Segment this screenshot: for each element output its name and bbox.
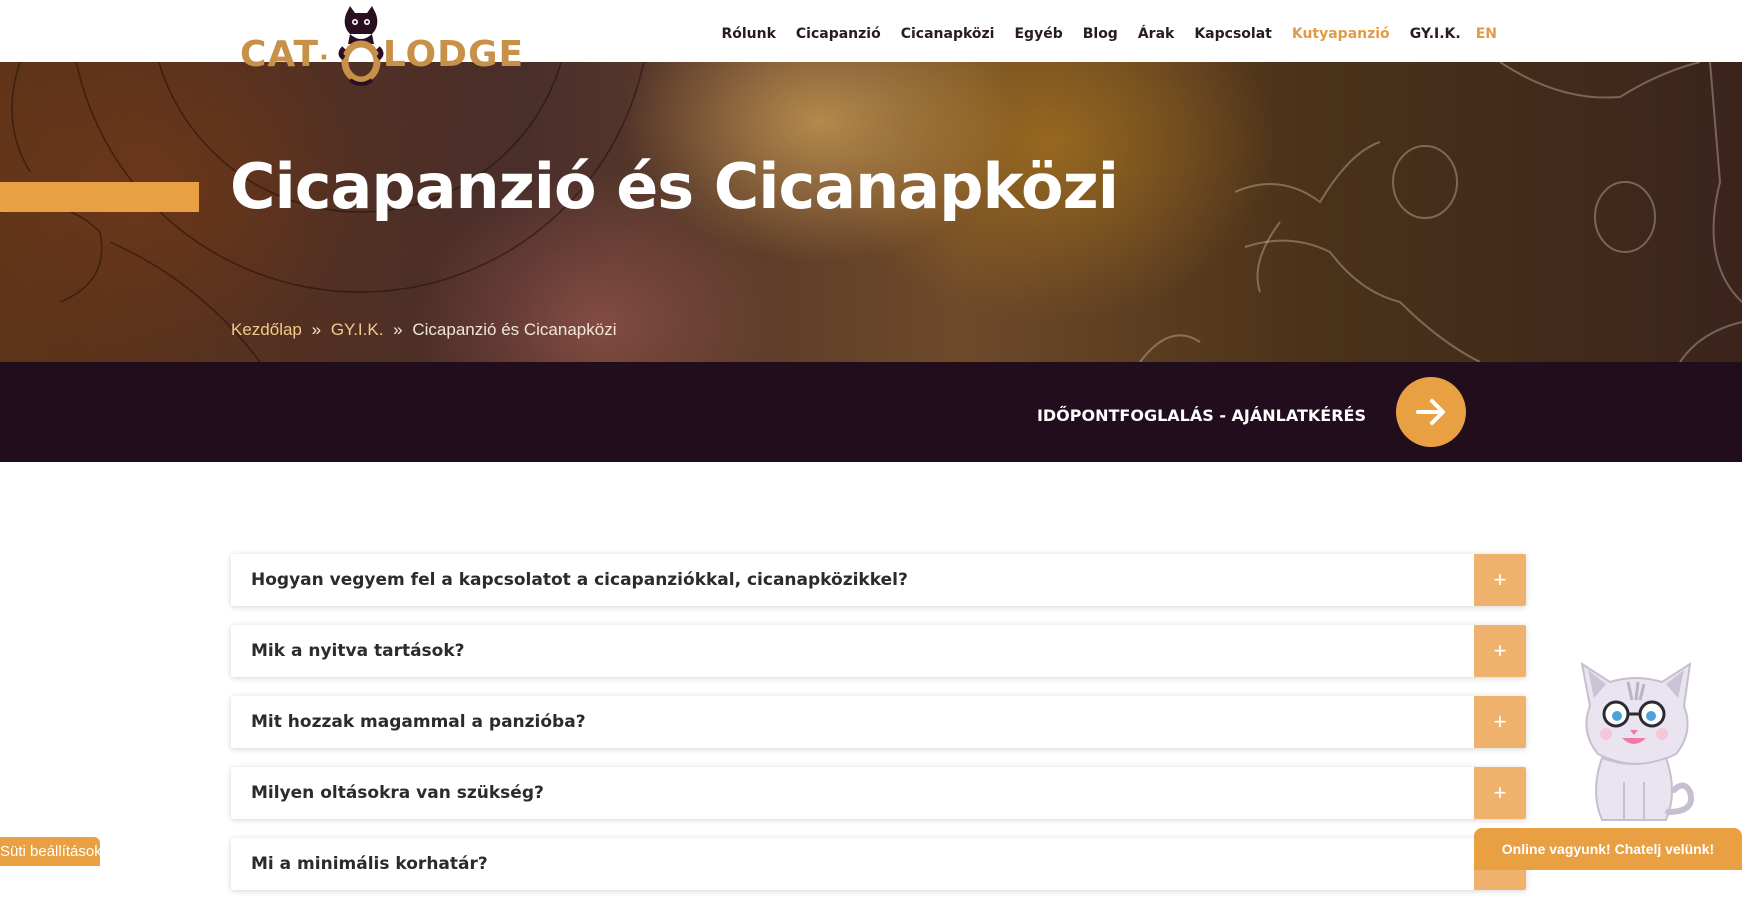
booking-strip: IDŐPONTFOGLALÁS - AJÁNLATKÉRÉS: [0, 362, 1742, 462]
main-nav: Rólunk Cicapanzió Cicanapközi Egyéb Blog…: [701, 26, 1497, 42]
nav-item-kutyapanzio[interactable]: Kutyapanzió: [1292, 26, 1390, 42]
breadcrumb: Kezdőlap » GY.I.K. » Cicapanzió és Cican…: [231, 320, 616, 340]
breadcrumb-faq[interactable]: GY.I.K.: [331, 320, 384, 339]
faq-accordion: Hogyan vegyem fel a kapcsolatot a cicapa…: [231, 554, 1526, 909]
plus-icon[interactable]: +: [1474, 625, 1526, 677]
nav-item-cicanapkozi[interactable]: Cicanapközi: [901, 26, 995, 42]
nav-item-egyeb[interactable]: Egyéb: [1014, 26, 1062, 42]
breadcrumb-home[interactable]: Kezdőlap: [231, 320, 302, 339]
faq-item[interactable]: Milyen oltásokra van szükség? +: [231, 767, 1526, 819]
booking-link[interactable]: IDŐPONTFOGLALÁS - AJÁNLATKÉRÉS: [1037, 406, 1366, 425]
faq-question: Milyen oltásokra van szükség?: [251, 783, 544, 803]
faq-question: Mi a minimális korhatár?: [251, 854, 488, 874]
site-header: CAT· ·LODGE Rólunk Cicapanzió Cicanapközi…: [0, 0, 1742, 86]
breadcrumb-current: Cicapanzió és Cicanapközi: [412, 320, 617, 339]
nav-item-kapcsolat[interactable]: Kapcsolat: [1194, 26, 1272, 42]
faq-question: Hogyan vegyem fel a kapcsolatot a cicapa…: [251, 570, 908, 590]
hero-banner: Cicapanzió és Cicanapközi Kezdőlap » GY.…: [0, 62, 1742, 362]
chat-button[interactable]: Online vagyunk! Chatelj velünk!: [1474, 828, 1742, 870]
hero-accent-bar: [0, 182, 199, 212]
arrow-right-icon: [1416, 399, 1445, 425]
nav-item-cicapanzio[interactable]: Cicapanzió: [796, 26, 881, 42]
cookie-settings-button[interactable]: Süti beállítások: [0, 837, 100, 866]
cat-logo-icon: [338, 6, 384, 86]
nav-item-rolunk[interactable]: Rólunk: [721, 26, 775, 42]
cat-mascot-icon[interactable]: [1572, 662, 1700, 826]
nav-item-blog[interactable]: Blog: [1083, 26, 1118, 42]
plus-icon[interactable]: +: [1474, 554, 1526, 606]
faq-item[interactable]: Mik a nyitva tartások? +: [231, 625, 1526, 677]
plus-icon[interactable]: +: [1474, 696, 1526, 748]
breadcrumb-separator: »: [393, 320, 403, 339]
site-logo[interactable]: CAT· ·LODGE: [240, 4, 530, 88]
faq-item[interactable]: Mit hozzak magammal a panzióba? +: [231, 696, 1526, 748]
language-switch-en[interactable]: EN: [1476, 26, 1497, 42]
faq-question: Mik a nyitva tartások?: [251, 641, 465, 661]
faq-item[interactable]: Hogyan vegyem fel a kapcsolatot a cicapa…: [231, 554, 1526, 606]
plus-icon[interactable]: +: [1474, 767, 1526, 819]
chat-label: Online vagyunk! Chatelj velünk!: [1501, 841, 1715, 857]
logo-text-right: LODGE: [382, 34, 525, 75]
page-title: Cicapanzió és Cicanapközi: [230, 150, 1119, 223]
breadcrumb-separator: »: [311, 320, 322, 339]
nav-item-gyik[interactable]: GY.I.K.: [1410, 26, 1461, 42]
faq-question: Mit hozzak magammal a panzióba?: [251, 712, 586, 732]
booking-button[interactable]: [1396, 377, 1466, 447]
nav-item-arak[interactable]: Árak: [1138, 26, 1175, 42]
faq-item[interactable]: Mi a minimális korhatár? +: [231, 838, 1526, 890]
logo-text-left: CAT: [240, 34, 320, 75]
cookie-settings-label: Süti beállítások: [0, 843, 100, 860]
